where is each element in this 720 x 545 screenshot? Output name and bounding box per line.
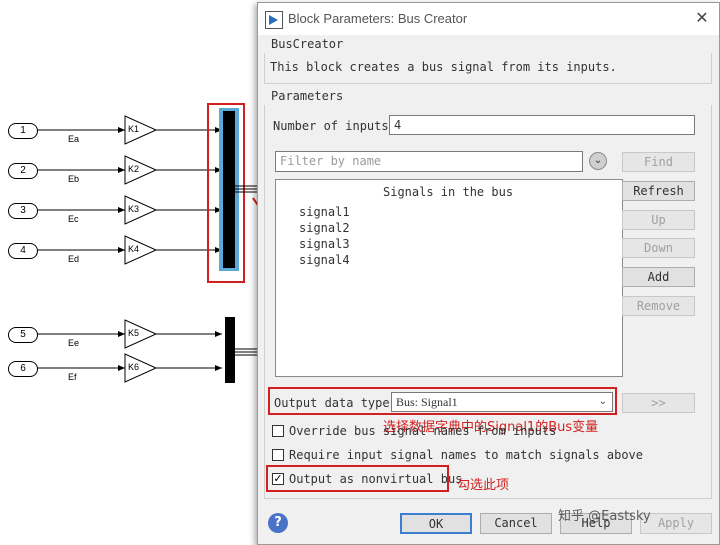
block-type-label: BusCreator [271,37,344,51]
show-data-type-assistant-button[interactable]: >> [622,393,695,413]
signals-listbox[interactable]: Signals in the bus signal1 signal2 signa… [275,179,623,377]
inport-5[interactable]: 5 [8,327,38,343]
signal-label-5: Ee [68,338,80,348]
help-icon[interactable]: ? [268,513,288,533]
inport-6[interactable]: 6 [8,361,38,377]
find-button[interactable]: Find [622,152,695,172]
gain-label-6: K6 [128,362,140,372]
num-inputs-field[interactable]: 4 [389,115,695,135]
gain-label-1: K1 [128,124,140,134]
cancel-button[interactable]: Cancel [480,513,552,534]
signal-item-2[interactable]: signal2 [299,221,350,235]
inport-4[interactable]: 4 [8,243,38,259]
output-type-value: Bus: Signal1 [396,395,458,409]
inport-1[interactable]: 1 [8,123,38,139]
override-names-label: Override bus signal names from inputs [289,424,557,438]
require-names-label: Require input signal names to match sign… [289,448,644,462]
filter-input[interactable]: Filter by name [275,151,583,172]
signal-item-4[interactable]: signal4 [299,253,350,267]
override-names-checkbox[interactable] [272,425,284,437]
add-button[interactable]: Add [622,267,695,287]
chevron-down-icon: ⌄ [598,396,607,407]
signal-item-1[interactable]: signal1 [299,205,350,219]
bus-creator-2[interactable] [225,317,235,383]
watermark: 知乎 @Eastsky [558,509,651,524]
bus-output-line-2 [235,348,257,356]
signal-label-6: Ef [68,372,77,382]
nonvirtual-bus-label: Output as nonvirtual bus [289,472,463,486]
num-inputs-label: Number of inputs: [273,119,396,133]
close-icon[interactable]: ✕ [692,8,712,28]
output-type-label: Output data type: [274,396,397,410]
gain-label-3: K3 [128,204,140,214]
simulink-block-icon [265,11,283,29]
signal-label-2: Eb [68,174,80,184]
dialog-title: Block Parameters: Bus Creator [288,11,468,26]
remove-button[interactable]: Remove [622,296,695,316]
nonvirtual-bus-checkbox[interactable]: ✓ [272,473,284,485]
output-type-dropdown[interactable]: Bus: Signal1 ⌄ [391,392,613,412]
filter-options-icon[interactable]: ⌄ [589,152,607,170]
bus-creator-1[interactable] [223,111,235,268]
signal-item-3[interactable]: signal3 [299,237,350,251]
require-names-checkbox[interactable] [272,449,284,461]
up-button[interactable]: Up [622,210,695,230]
refresh-button[interactable]: Refresh [622,181,695,201]
down-button[interactable]: Down [622,238,695,258]
block-description: This block creates a bus signal from its… [270,60,617,74]
gain-label-4: K4 [128,244,140,254]
gain-label-2: K2 [128,164,140,174]
ok-button[interactable]: OK [400,513,472,534]
block-parameters-dialog: Block Parameters: Bus Creator ✕ BusCreat… [257,2,720,545]
parameters-group-label: Parameters [271,89,344,103]
signal-label-3: Ec [68,214,79,224]
inport-2[interactable]: 2 [8,163,38,179]
checkbox-annotation: 勾选此项 [457,478,510,493]
signal-label-1: Ea [68,134,80,144]
signals-header: Signals in the bus [383,185,514,199]
gain-label-5: K5 [128,328,140,338]
signal-label-4: Ed [68,254,80,264]
inport-3[interactable]: 3 [8,203,38,219]
dialog-titlebar[interactable]: Block Parameters: Bus Creator ✕ [258,3,719,35]
